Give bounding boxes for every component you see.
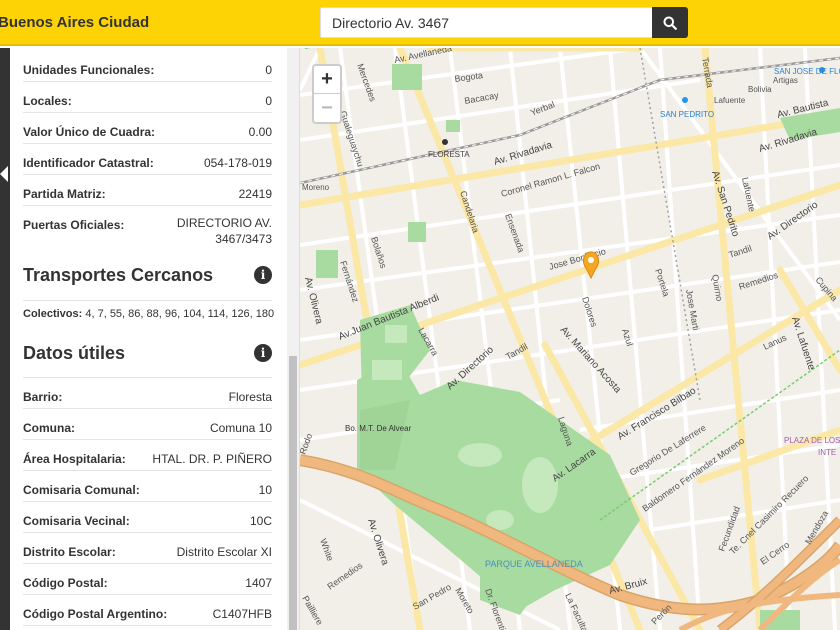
info-row: Área Hospitalaria: HTAL. DR. P. PIÑERO bbox=[23, 440, 272, 471]
map-label: Moreno bbox=[302, 183, 330, 192]
bus-lines: Colectivos: 4, 7, 55, 86, 88, 96, 104, 1… bbox=[23, 308, 283, 320]
info-row: Barrio: Floresta bbox=[23, 378, 272, 409]
info-row: Distrito Escolar: Distrito Escolar XI bbox=[23, 533, 272, 564]
info-label: Partida Matriz: bbox=[23, 187, 106, 201]
info-row: Código Postal Argentino: C1407HFB bbox=[23, 595, 272, 626]
info-label: Código Postal: bbox=[23, 576, 108, 590]
map-label: Bo. M.T. De Alvear bbox=[345, 424, 412, 433]
map-label: FLORESTA bbox=[428, 150, 470, 159]
info-row: Unidades Funcionales: 0 bbox=[23, 51, 272, 82]
info-label: Barrio: bbox=[23, 390, 63, 404]
info-value: 054-178-019 bbox=[203, 156, 272, 170]
info-value: HTAL. DR. P. PIÑERO bbox=[152, 452, 272, 466]
info-icon[interactable]: i bbox=[254, 266, 272, 284]
useful-section-title: Datos útiles bbox=[23, 343, 126, 363]
info-row: Comisaria Vecinal: 10C bbox=[23, 502, 272, 533]
bus-lines-value: 4, 7, 55, 86, 88, 96, 104, 114, 126, 180 bbox=[85, 308, 275, 320]
info-label: Unidades Funcionales: bbox=[23, 63, 155, 77]
info-value: 1407 bbox=[245, 576, 272, 590]
info-row: Valor Único de Cuadra: 0.00 bbox=[23, 113, 272, 144]
info-label: Comisaria Vecinal: bbox=[23, 514, 130, 528]
top-bar: Buenos Aires Ciudad bbox=[0, 0, 840, 46]
info-label: Código Postal Argentino: bbox=[23, 607, 168, 621]
search-button[interactable] bbox=[652, 7, 688, 38]
info-icon[interactable]: i bbox=[254, 344, 272, 362]
info-value: DIRECTORIO AV. 3467/3473 bbox=[176, 216, 272, 246]
info-value: 10C bbox=[249, 514, 272, 528]
info-label: Comisaria Comunal: bbox=[23, 483, 140, 497]
info-label: Puertas Oficiales: bbox=[23, 218, 125, 232]
info-row: Locales: 0 bbox=[23, 82, 272, 113]
map-label: Lafuente bbox=[714, 96, 746, 105]
info-row: Comisaria Comunal: 10 bbox=[23, 471, 272, 502]
info-value: C1407HFB bbox=[212, 607, 272, 621]
info-row: Comuna: Comuna 10 bbox=[23, 409, 272, 440]
info-label: Comuna: bbox=[23, 421, 75, 435]
map-label: PARQUE AVELLANEDA bbox=[485, 559, 583, 569]
map-label: Artigas bbox=[773, 76, 798, 85]
info-value: 0 bbox=[265, 63, 272, 77]
map-label: INTE bbox=[818, 448, 836, 457]
info-value: Comuna 10 bbox=[209, 421, 272, 435]
collapse-arrow-icon[interactable] bbox=[0, 166, 8, 182]
info-value: 22419 bbox=[238, 187, 272, 201]
info-value: 10 bbox=[258, 483, 272, 497]
sidebar-collapse-strip[interactable] bbox=[0, 48, 10, 630]
info-row: Identificador Catastral: 054-178-019 bbox=[23, 144, 272, 175]
info-label: Distrito Escolar: bbox=[23, 545, 116, 559]
info-value: 0 bbox=[265, 94, 272, 108]
zoom-out-button[interactable]: − bbox=[314, 94, 340, 122]
divider bbox=[23, 300, 272, 301]
map-label: SAN JOSE DE FLO bbox=[774, 67, 840, 76]
brand-logo-text[interactable]: Buenos Aires Ciudad bbox=[0, 14, 149, 31]
address-search-input[interactable] bbox=[320, 7, 653, 38]
map-view[interactable]: Av. Avellaneda Bogota Bacacay Yerbal Mer… bbox=[300, 48, 840, 630]
info-sidebar: Unidades Funcionales: 0 Locales: 0 Valor… bbox=[0, 48, 300, 630]
info-label: Locales: bbox=[23, 94, 72, 108]
info-row: Código Postal: 1407 bbox=[23, 564, 272, 595]
info-value: Distrito Escolar XI bbox=[176, 545, 272, 559]
transport-section-title: Transportes Cercanos bbox=[23, 265, 214, 285]
map-label: SAN PEDRITO bbox=[660, 110, 714, 119]
zoom-in-button[interactable]: + bbox=[314, 66, 340, 94]
info-row: Puertas Oficiales: DIRECTORIO AV. 3467/3… bbox=[23, 206, 272, 254]
search-icon bbox=[663, 16, 677, 30]
info-label: Valor Único de Cuadra: bbox=[23, 125, 156, 139]
map-label: PLAZA DE LOS bbox=[784, 436, 840, 445]
scrollbar-thumb[interactable] bbox=[289, 356, 297, 630]
info-label: Área Hospitalaria: bbox=[23, 452, 126, 466]
info-label: Identificador Catastral: bbox=[23, 156, 154, 170]
map-label: Bolivia bbox=[748, 85, 772, 94]
info-value: 0.00 bbox=[248, 125, 272, 139]
info-row: Partida Matriz: 22419 bbox=[23, 175, 272, 206]
zoom-control: + − bbox=[312, 64, 342, 124]
info-value: Floresta bbox=[228, 390, 272, 404]
map-canvas[interactable]: Av. Avellaneda Bogota Bacacay Yerbal Mer… bbox=[300, 48, 840, 630]
bus-lines-label: Colectivos: bbox=[23, 308, 83, 320]
